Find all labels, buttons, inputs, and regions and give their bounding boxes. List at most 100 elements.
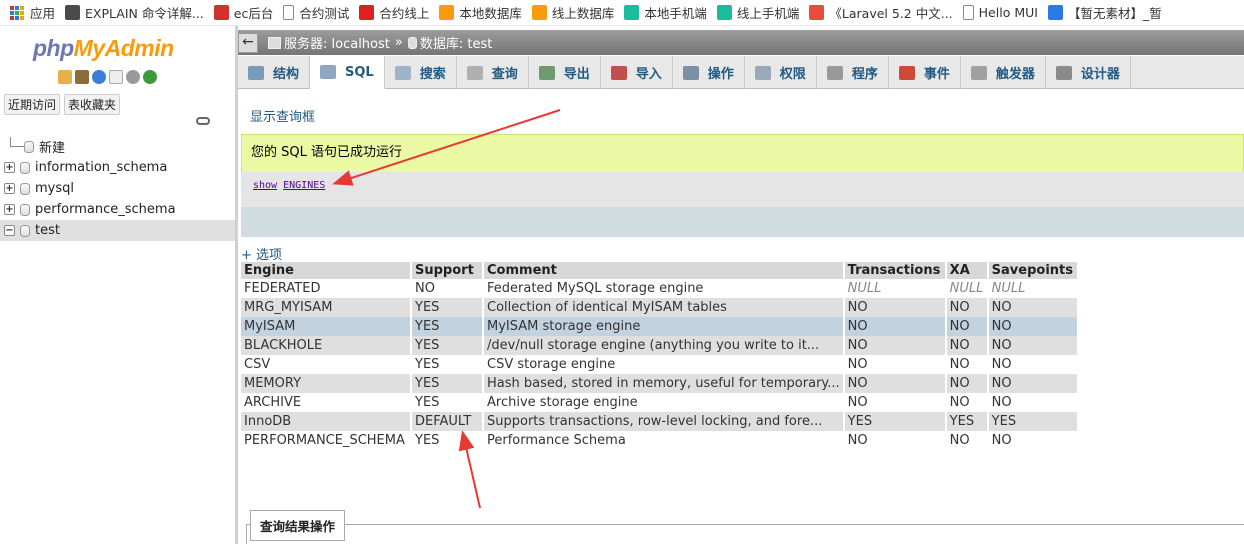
expand-icon[interactable]: + xyxy=(4,183,15,194)
tab-8[interactable]: 程序 xyxy=(817,56,889,89)
breadcrumb-server[interactable]: 服务器: localhost xyxy=(284,33,390,52)
table-cell: NULL xyxy=(843,279,946,298)
table-row[interactable]: ARCHIVE YES Archive storage engine NO NO NO xyxy=(241,393,1078,412)
reload-icon[interactable] xyxy=(143,70,157,84)
bookmark-10[interactable]: Hello MUI xyxy=(962,5,1038,20)
recent-tab[interactable]: 近期访问 xyxy=(4,94,61,115)
help-icon[interactable] xyxy=(92,70,106,84)
column-header[interactable]: Engine xyxy=(241,262,412,279)
sql-keyword-link[interactable]: show xyxy=(253,180,277,191)
bookmark-11[interactable]: 【暂无素材】_暂 xyxy=(1047,3,1162,22)
table-cell: DEFAULT xyxy=(411,412,483,431)
pma-icon xyxy=(439,5,455,20)
table-cell: NO xyxy=(987,431,1078,450)
table-row[interactable]: MEMORY YES Hash based, stored in memory, u… xyxy=(241,374,1078,393)
table-cell: CSV storage engine xyxy=(483,355,844,374)
tab-6[interactable]: 操作 xyxy=(673,56,745,89)
home-icon[interactable] xyxy=(58,70,72,84)
bookmark-4[interactable]: 合约线上 xyxy=(359,3,429,22)
bookmark-0[interactable]: 应用 xyxy=(10,3,55,22)
breadcrumb-bar: ← 服务器: localhost » 数据库: test xyxy=(238,30,1244,55)
query-results-ops-legend[interactable]: 查询结果操作 xyxy=(250,510,346,541)
favorites-tab[interactable]: 表收藏夹 xyxy=(64,94,121,115)
expand-icon[interactable]: + xyxy=(4,204,15,215)
tab-4[interactable]: 导出 xyxy=(529,56,601,89)
table-cell: NO xyxy=(987,355,1078,374)
bookmark-label: 《Laravel 5.2 中文... xyxy=(829,6,953,21)
results-table: Engine Support Comment Transactions XA Savepo… xyxy=(241,262,1079,450)
tree-item-new[interactable]: 新建 xyxy=(0,136,235,157)
table-cell: /dev/null storage engine (anything you w… xyxy=(483,336,844,355)
link-icon[interactable] xyxy=(196,117,210,125)
top-menu-tabs: 结构 SQL 搜索 查询 导出 导入 操作 权限 程序 事件 触发器 设计器 xyxy=(238,56,1244,89)
tab-3[interactable]: 查询 xyxy=(457,56,529,89)
table-cell: NO xyxy=(945,374,988,393)
breadcrumb-separator: » xyxy=(394,35,403,50)
table-row[interactable]: CSV YES CSV storage engine NO NO NO xyxy=(241,355,1078,374)
tab-7[interactable]: 权限 xyxy=(745,56,817,89)
column-header[interactable]: Comment xyxy=(483,262,845,279)
table-row[interactable]: MyISAM YES MyISAM storage engine NO NO NO xyxy=(241,317,1078,336)
table-cell: NO xyxy=(843,393,946,412)
table-cell: MEMORY xyxy=(241,374,411,393)
table-row[interactable]: FEDERATED NO Federated MySQL storage engin… xyxy=(241,279,1078,298)
navigation-sidebar: phpMyAdmin 近期访问 表收藏夹 新建 + information_sche… xyxy=(0,26,235,544)
show-query-box-link[interactable]: 显示查询框 xyxy=(250,106,315,125)
bookmark-9[interactable]: 《Laravel 5.2 中文... xyxy=(809,3,953,22)
table-row[interactable]: MRG_MYISAM YES Collection of identical MyI… xyxy=(241,298,1078,317)
table-cell: ARCHIVE xyxy=(241,393,411,412)
tab-1[interactable]: SQL xyxy=(310,56,385,89)
bookmark-7[interactable]: 本地手机端 xyxy=(624,3,707,22)
tree-item-label[interactable]: test xyxy=(35,223,60,238)
breadcrumb-database[interactable]: 数据库: test xyxy=(420,33,492,52)
tab-label: 搜索 xyxy=(419,67,446,82)
column-header[interactable]: XA xyxy=(945,262,989,279)
table-row[interactable]: InnoDB DEFAULT Supports transactions, row-… xyxy=(241,412,1078,431)
table-cell: NO xyxy=(945,298,988,317)
bookmark-5[interactable]: 本地数据库 xyxy=(439,3,522,22)
column-header[interactable]: Savepoints xyxy=(987,262,1079,279)
tree-item-label[interactable]: 新建 xyxy=(39,137,65,156)
tree-item-test[interactable]: − test xyxy=(0,220,235,241)
options-link[interactable]: + 选项 xyxy=(241,244,282,263)
bookmark-1[interactable]: EXPLAIN 命令详解... xyxy=(65,3,204,22)
settings-icon[interactable] xyxy=(126,70,140,84)
expand-icon[interactable]: + xyxy=(4,162,15,173)
bookmark-8[interactable]: 线上手机端 xyxy=(716,3,799,22)
table-cell: YES xyxy=(411,374,483,393)
collapse-sidebar-button[interactable]: ← xyxy=(238,32,258,53)
import-icon xyxy=(610,65,627,80)
database-icon xyxy=(20,182,30,195)
collapse-icon[interactable]: − xyxy=(4,225,15,236)
logout-icon[interactable] xyxy=(75,70,89,84)
phpmyadmin-logo[interactable]: phpMyAdmin xyxy=(33,35,174,62)
tree-item-performance-schema[interactable]: + performance_schema xyxy=(0,199,235,220)
table-cell: NULL xyxy=(987,279,1078,298)
tab-11[interactable]: 设计器 xyxy=(1046,56,1131,89)
tree-item-mysql[interactable]: + mysql xyxy=(0,178,235,199)
tree-item-label[interactable]: information_schema xyxy=(35,160,167,175)
table-cell: NO xyxy=(843,336,946,355)
tab-2[interactable]: 搜索 xyxy=(385,56,457,89)
column-header[interactable]: Transactions xyxy=(843,262,947,279)
table-cell: NO xyxy=(987,298,1078,317)
tree-item-information-schema[interactable]: + information_schema xyxy=(0,157,235,178)
tab-10[interactable]: 触发器 xyxy=(961,56,1046,89)
bookmark-6[interactable]: 线上数据库 xyxy=(531,3,614,22)
docs-icon[interactable] xyxy=(109,70,123,84)
tree-item-label[interactable]: mysql xyxy=(35,181,74,196)
table-row[interactable]: BLACKHOLE YES/dev/null storage engine (an… xyxy=(241,336,1078,355)
tree-item-label[interactable]: performance_schema xyxy=(35,202,176,217)
mui-icon xyxy=(716,5,732,20)
tab-5[interactable]: 导入 xyxy=(601,56,673,89)
column-header[interactable]: Support xyxy=(411,262,484,279)
tab-0[interactable]: 结构 xyxy=(238,56,311,89)
bookmark-3[interactable]: 合约测试 xyxy=(283,3,349,22)
sql-query-display: show ENGINES xyxy=(241,172,1244,207)
sql-rest-link[interactable]: ENGINES xyxy=(283,180,325,191)
routines-icon xyxy=(826,65,843,80)
bookmark-2[interactable]: ec后台 xyxy=(213,3,273,22)
table-cell: YES xyxy=(987,412,1078,431)
table-row[interactable]: PERFORMANCE_SCHEMA YES Performance Schema N… xyxy=(241,431,1078,450)
tab-9[interactable]: 事件 xyxy=(889,56,961,89)
